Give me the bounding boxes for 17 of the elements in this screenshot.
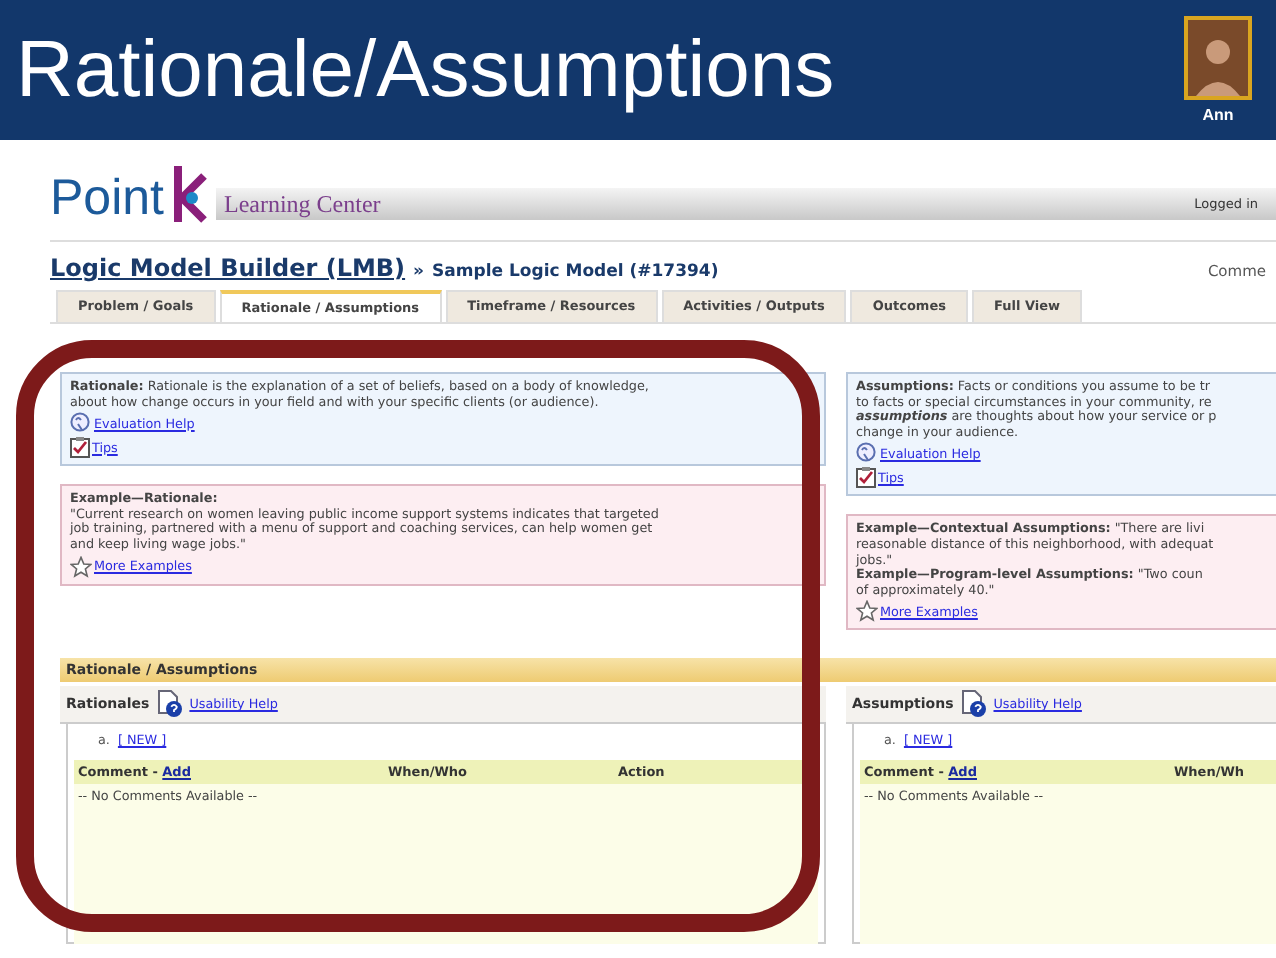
logo-text: Point	[50, 174, 164, 224]
magnifier-icon	[70, 412, 92, 435]
slide-title: Rationale/Assumptions	[16, 25, 835, 115]
clipboard-check-icon	[70, 436, 90, 459]
product-name: Learning Center	[223, 189, 381, 219]
model-title: Sample Logic Model (#17394)	[432, 262, 719, 282]
builder-title-link[interactable]: Logic Model Builder (LMB)	[50, 254, 406, 282]
presenter-name: Ann	[1202, 106, 1234, 124]
k-logo-icon	[169, 164, 210, 224]
help-document-icon	[155, 690, 184, 719]
breadcrumb-separator: »	[413, 262, 425, 282]
magnifier-icon	[856, 442, 878, 465]
avatar-silhouette	[1184, 16, 1252, 100]
help-document-icon	[959, 690, 988, 719]
clipboard-check-icon	[856, 466, 876, 489]
star-icon	[856, 600, 878, 623]
star-icon	[70, 555, 92, 578]
